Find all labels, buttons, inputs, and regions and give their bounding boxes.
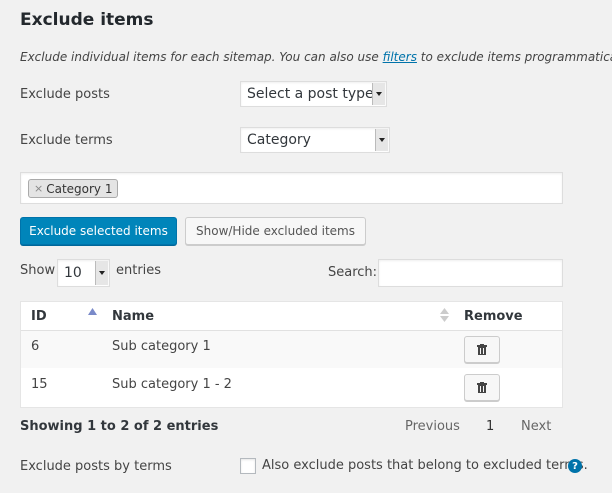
row-name: Sub category 1 bbox=[112, 339, 211, 354]
pagination-next[interactable]: Next bbox=[521, 419, 551, 434]
dropdown-arrow-icon bbox=[375, 129, 388, 151]
entries-select[interactable]: 10 bbox=[57, 259, 110, 287]
search-label: Search: bbox=[328, 265, 378, 280]
exclude-by-terms-checkbox[interactable] bbox=[240, 458, 256, 474]
show-hide-excluded-button[interactable]: Show/Hide excluded items bbox=[185, 217, 366, 245]
dropdown-arrow-icon bbox=[95, 261, 108, 285]
show-label: Show bbox=[20, 263, 56, 278]
pagination-page-1[interactable]: 1 bbox=[486, 419, 494, 434]
description-before: Exclude individual items for each sitema… bbox=[20, 50, 383, 64]
entries-select-value: 10 bbox=[64, 265, 82, 281]
column-header-name[interactable]: Name bbox=[112, 309, 154, 324]
help-icon[interactable]: ? bbox=[568, 459, 582, 473]
post-type-select[interactable]: Select a post type bbox=[240, 81, 387, 107]
filters-link[interactable]: filters bbox=[383, 50, 417, 64]
remove-button[interactable] bbox=[464, 336, 500, 363]
trash-icon bbox=[477, 382, 487, 393]
row-name: Sub category 1 - 2 bbox=[112, 377, 232, 392]
post-type-select-value: Select a post type bbox=[247, 86, 374, 102]
column-header-remove: Remove bbox=[464, 309, 523, 324]
column-header-id[interactable]: ID bbox=[31, 309, 47, 324]
row-id: 15 bbox=[31, 377, 48, 392]
exclude-by-terms-checkbox-label[interactable]: Also exclude posts that belong to exclud… bbox=[262, 458, 588, 473]
terms-select-value: Category bbox=[247, 132, 311, 148]
search-input[interactable] bbox=[378, 259, 563, 287]
trash-icon bbox=[477, 344, 487, 355]
pagination-previous[interactable]: Previous bbox=[405, 419, 460, 434]
exclude-selected-button[interactable]: Exclude selected items bbox=[20, 217, 177, 245]
remove-button[interactable] bbox=[464, 374, 500, 401]
dropdown-arrow-icon bbox=[372, 83, 385, 105]
sort-both-icon[interactable] bbox=[440, 308, 449, 322]
exclude-posts-label: Exclude posts bbox=[20, 87, 110, 102]
row-id: 6 bbox=[31, 339, 40, 354]
sort-asc-icon[interactable] bbox=[88, 308, 97, 316]
entries-label: entries bbox=[116, 263, 162, 278]
terms-select[interactable]: Category bbox=[240, 127, 390, 153]
selected-term-label: Category 1 bbox=[46, 181, 113, 196]
selected-term-tag: × Category 1 bbox=[28, 179, 119, 198]
description-after: to exclude items programmatically. bbox=[420, 50, 612, 64]
section-title: Exclude items bbox=[20, 10, 154, 30]
exclude-by-terms-label: Exclude posts by terms bbox=[20, 459, 172, 474]
tag-remove-icon[interactable]: × bbox=[34, 182, 43, 195]
table-info: Showing 1 to 2 of 2 entries bbox=[20, 419, 219, 434]
exclude-terms-label: Exclude terms bbox=[20, 133, 113, 148]
section-description: Exclude individual items for each sitema… bbox=[20, 50, 612, 64]
